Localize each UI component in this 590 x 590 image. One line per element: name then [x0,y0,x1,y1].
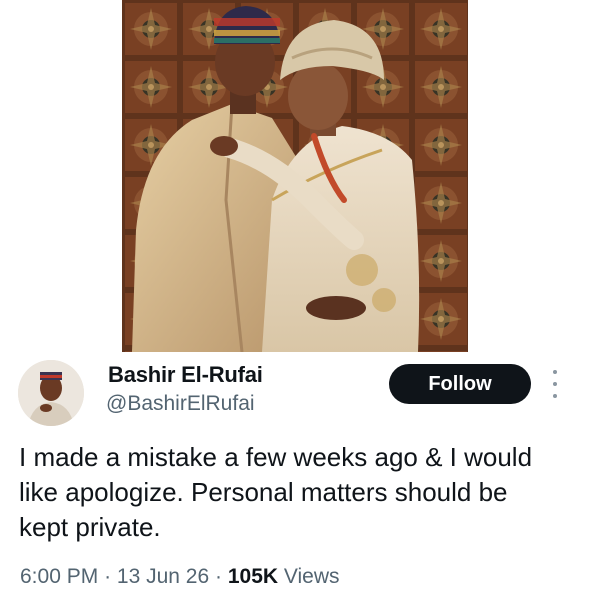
display-name[interactable]: Bashir El-Rufai [108,362,263,388]
avatar[interactable] [18,360,84,426]
views-label: Views [283,565,340,588]
meta-separator: · [104,565,112,588]
tweet-date[interactable]: 13 Jun 26 [117,565,209,588]
more-vertical-icon[interactable] [548,370,562,398]
meta-separator: · [215,565,222,588]
views-count[interactable]: 105K [228,565,278,588]
tweet-text: I made a mistake a few weeks ago & I wou… [19,442,533,542]
tweet-time[interactable]: 6:00 PM [20,565,98,588]
tweet-image[interactable] [122,0,468,352]
profile-photo-icon [18,360,84,426]
follow-button[interactable]: Follow [389,364,531,404]
tweet-meta: 6:00 PM · 13 Jun 26 · 105K Views [20,565,340,589]
user-handle[interactable]: @BashirElRufai [106,392,255,416]
